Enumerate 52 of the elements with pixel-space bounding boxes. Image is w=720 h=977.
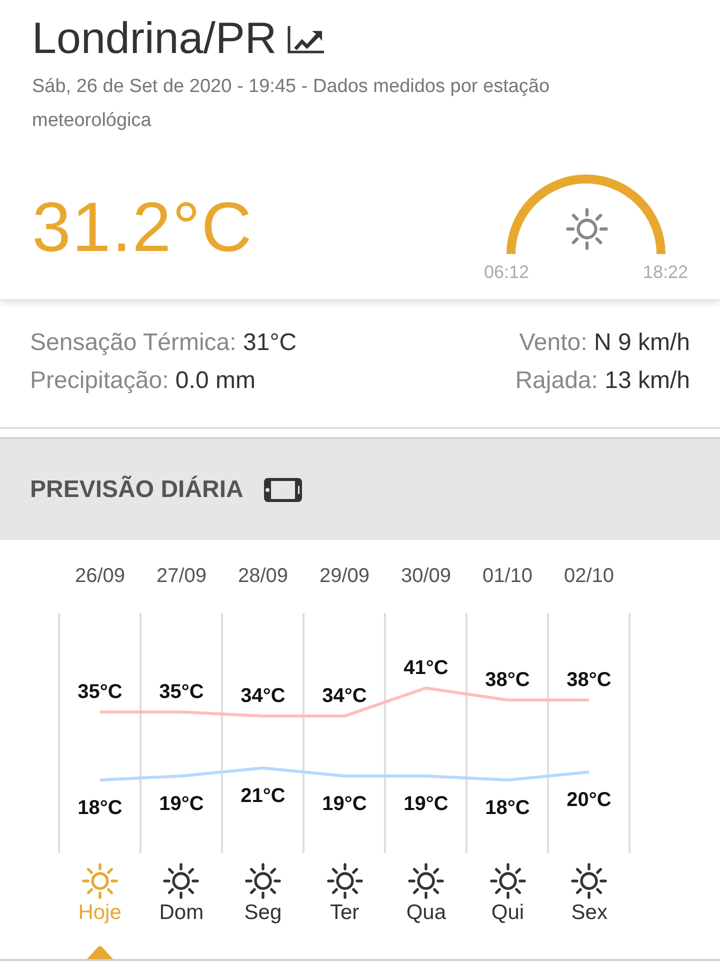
sun-icon [571,863,608,899]
day-tab[interactable]: Qui [466,863,549,927]
sun-icon [163,863,200,899]
temperature-label: 34°C [322,685,367,707]
temperature-label: 20°C [566,789,612,811]
sunrise-time: 06:12 [484,262,530,283]
temperature-label: 34°C [240,685,286,707]
detail-label: Sensação Térmica: [30,329,236,356]
sun-icon [326,863,363,899]
day-tab[interactable]: Dom [140,863,222,927]
temperature-label: 41°C [404,657,448,679]
temperature-label: 18°C [485,797,530,819]
date-label: 29/09 [319,565,370,587]
temperature-label: 35°C [159,681,204,703]
temperature-label: 18°C [78,797,122,819]
detail-value: N 9 km/h [594,329,690,356]
temperature-label: 19°C [322,793,367,815]
section-title: PREVISÃO DIÁRIA [30,476,244,504]
date-label: 26/09 [74,565,126,587]
temperature-label: 35°C [78,681,122,703]
detail-value: 0.0 mm [175,367,256,394]
date-label: 01/10 [482,565,533,587]
date-label: 30/09 [400,565,452,587]
trend-chart-icon[interactable] [286,24,325,54]
date-label: 02/10 [564,565,614,587]
temperature-label: 21°C [240,785,286,807]
day-tab[interactable]: Ter [304,863,386,927]
sun-icon [244,863,281,899]
day-tab[interactable]: Sex [548,863,630,927]
detail-label: Precipitação: [30,367,169,394]
date-label: 27/09 [156,565,207,587]
sunset-time: 18:22 [642,262,688,283]
sun-icon [408,863,444,899]
date-subtitle: Sáb, 26 de Set de 2020 - 19:45 - Dados medidos por estação meteorológica [32,75,551,133]
date-label: 28/09 [238,565,288,587]
temperature-label: 38°C [566,669,612,691]
selection-marker [87,945,113,959]
detail-label: Rajada: [515,367,598,394]
sun-icon [490,863,526,899]
temperature-label: 38°C [485,669,530,691]
city-title: Londrina/PR [32,14,277,64]
sun-icon [82,863,118,899]
day-tab[interactable]: Seg [222,863,304,927]
temperature-reading: 31.2°C [32,187,253,267]
detail-value: 31°C [243,329,297,356]
temperature-label: 19°C [404,793,448,815]
day-tab[interactable]: Qua [385,863,467,927]
detail-label: Vento: [519,329,588,356]
temperature-label: 19°C [159,793,204,815]
detail-value: 13 km/h [604,367,690,394]
sun-icon [566,208,608,250]
phone-icon[interactable] [263,476,304,502]
